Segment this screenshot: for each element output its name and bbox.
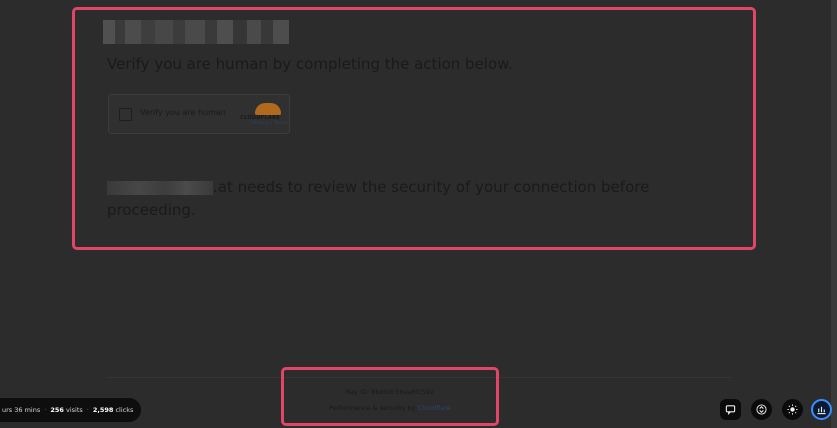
chart-icon	[817, 406, 826, 415]
expand-collapse-icon	[756, 404, 767, 415]
highlight-box-footer	[281, 367, 499, 426]
comment-button[interactable]	[720, 399, 741, 420]
highlight-box-challenge	[72, 7, 756, 250]
chart-button[interactable]	[811, 399, 832, 420]
expand-collapse-button[interactable]	[751, 399, 772, 420]
session-duration: urs 36 mins	[2, 406, 41, 414]
session-stats-pill: urs 36 mins · 256 visits · 2,598 clicks	[0, 398, 141, 422]
separator-dot: ·	[44, 406, 47, 414]
visits-count: 256	[50, 406, 64, 414]
comment-icon	[725, 405, 736, 415]
scrollbar-track[interactable]	[831, 0, 837, 428]
brightness-button[interactable]	[782, 399, 803, 420]
clicks-label: clicks	[115, 406, 134, 414]
separator-dot: ·	[86, 406, 89, 414]
brightness-icon	[787, 404, 798, 415]
clicks-count: 2,598	[92, 406, 114, 414]
visits-label: visits	[65, 406, 83, 414]
